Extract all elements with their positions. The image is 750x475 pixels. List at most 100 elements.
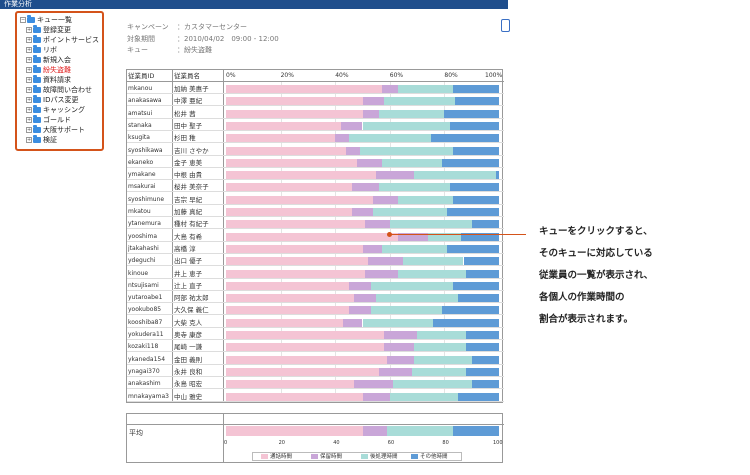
table-row[interactable]: anakashim 永島 昭宏	[127, 379, 504, 390]
expand-icon[interactable]: +	[26, 107, 32, 113]
employee-name: 中根 由貴	[174, 171, 203, 180]
bar-segment	[387, 355, 415, 364]
percent-tick-label: 80%	[444, 72, 458, 79]
table-row[interactable]: anakasawa 中澤 亜紀	[127, 96, 504, 107]
expand-icon[interactable]: +	[26, 67, 32, 73]
bar-segment	[359, 146, 453, 155]
folder-icon	[33, 85, 41, 93]
bar-segment	[362, 121, 450, 130]
bar-segment	[226, 294, 355, 303]
bar-segment	[340, 121, 363, 130]
table-row[interactable]: kozaki118 尾崎 一謙	[127, 342, 504, 353]
bar-segment	[226, 343, 385, 352]
employee-id: kooshiba87	[128, 318, 163, 326]
tree-root[interactable]: − キュー一覧	[20, 15, 72, 25]
table-row[interactable]: yokudera11 奥寺 康彦	[127, 330, 504, 340]
table-row[interactable]: yookubo85 大久保 義仁	[127, 305, 504, 316]
employee-id: yutaroabe1	[128, 294, 163, 302]
stacked-bar	[226, 257, 499, 266]
employee-id: mnakayama3	[128, 392, 169, 400]
bar-segment	[441, 306, 499, 315]
bar-segment	[466, 269, 499, 278]
stacked-bar	[226, 97, 499, 106]
stacked-bar	[226, 158, 499, 167]
bar-segment	[452, 146, 499, 155]
stacked-bar	[226, 281, 499, 290]
percent-tick-label: 0%	[226, 72, 236, 79]
table-row[interactable]: ynagai370 永井 良和	[127, 367, 504, 377]
panel-toggle-button[interactable]	[501, 19, 510, 32]
expand-icon[interactable]: +	[26, 87, 32, 93]
table-row[interactable]: ykaneda154 金田 義則	[127, 355, 504, 365]
table-row[interactable]: ekaneko 金子 恵美	[127, 158, 504, 168]
table-row[interactable]: kinoue 井上 恵子	[127, 269, 504, 279]
employee-id: mkanou	[128, 85, 153, 92]
tree-item[interactable]: + 大阪サポート	[26, 125, 85, 135]
table-row[interactable]: mkatou 加藤 真紀	[127, 207, 504, 217]
queue-value: ：紛失盗難	[177, 46, 212, 54]
table-row[interactable]: syoshimune 吉宗 早紀	[127, 195, 504, 205]
table-row[interactable]: amatsui 松井 茜	[127, 109, 504, 119]
table-row[interactable]: ydeguchi 出口 優子	[127, 256, 504, 267]
table-row[interactable]: msakurai 桜井 美奈子	[127, 182, 504, 193]
expand-icon[interactable]: +	[26, 127, 32, 133]
employee-id: ymakane	[128, 171, 156, 179]
stacked-bar	[226, 294, 499, 303]
tree-item[interactable]: + 資料請求	[26, 75, 71, 85]
tree-item[interactable]: + ポイントサービス	[26, 35, 99, 45]
bar-segment	[226, 158, 358, 167]
tree-item[interactable]: + 検証	[26, 135, 57, 145]
table-row[interactable]: mkanou 加納 美惠子	[127, 84, 504, 94]
expand-icon[interactable]: +	[26, 47, 32, 53]
tree-item[interactable]: + 紛失盗難	[26, 65, 71, 75]
employee-name: 金田 義則	[174, 355, 203, 364]
table-row[interactable]: ymakane 中根 由貴	[127, 170, 504, 181]
bar-segment	[226, 281, 349, 290]
annotation-line: 従業員の一覧が表示され、	[539, 270, 654, 281]
employee-id: mkatou	[128, 208, 151, 215]
table-row[interactable]: ksugita 杉田 稚	[127, 133, 504, 144]
table-row[interactable]: yutaroabe1 阿部 祐太郎	[127, 293, 504, 304]
table-row[interactable]: stanaka 田中 聖子	[127, 121, 504, 131]
expand-icon[interactable]: +	[26, 117, 32, 123]
tree-item[interactable]: + 故障問い合わせ	[26, 85, 92, 95]
tree-item[interactable]: + 登録変更	[26, 25, 71, 35]
stacked-bar	[226, 244, 499, 253]
bar-segment	[226, 355, 388, 364]
expand-icon[interactable]: +	[26, 137, 32, 143]
employee-id: syoshikawa	[128, 146, 163, 154]
tree-item-label: ポイントサービス	[43, 36, 99, 44]
table-row[interactable]: kooshiba87 大柴 克人	[127, 318, 504, 328]
expand-icon[interactable]: +	[26, 77, 32, 83]
table-row[interactable]: mnakayama3 中山 雅史	[127, 392, 504, 402]
expand-icon[interactable]: +	[26, 27, 32, 33]
collapse-icon[interactable]: −	[20, 17, 26, 23]
percent-tick-label: 60%	[389, 72, 404, 79]
tree-item[interactable]: + 新規入会	[26, 55, 71, 65]
expand-icon[interactable]: +	[26, 97, 32, 103]
stacked-bar	[226, 392, 499, 401]
table-row[interactable]: ntsujisami 辻上 直子	[127, 281, 504, 291]
expand-icon[interactable]: +	[26, 37, 32, 43]
tree-item[interactable]: + キャッシング	[26, 105, 85, 115]
bar-segment	[447, 244, 499, 253]
tree-item-label: ゴールド	[43, 116, 71, 124]
folder-icon	[33, 65, 41, 73]
table-row[interactable]: syoshikawa 吉川 さやか	[127, 146, 504, 156]
bar-segment	[226, 392, 363, 401]
tree-item[interactable]: + ゴールド	[26, 115, 71, 125]
bar-segment	[449, 183, 499, 192]
bar-segment	[226, 208, 352, 216]
tree-item[interactable]: + リボ	[26, 45, 57, 55]
expand-icon[interactable]: +	[26, 57, 32, 63]
table-row[interactable]: ytanemura 種村 有紀子	[127, 219, 504, 230]
employee-id: msakurai	[128, 183, 156, 191]
tree-root-label: キュー一覧	[37, 16, 72, 24]
legend-label: 通話時間	[270, 454, 293, 460]
employee-id: stanaka	[128, 121, 152, 129]
table-row[interactable]: jtakahashi 高橋 淳	[127, 244, 504, 254]
tree-item[interactable]: + IDパス変更	[26, 95, 78, 105]
stacked-bar	[226, 367, 499, 376]
bar-segment	[226, 306, 349, 315]
bar-segment	[362, 244, 382, 253]
